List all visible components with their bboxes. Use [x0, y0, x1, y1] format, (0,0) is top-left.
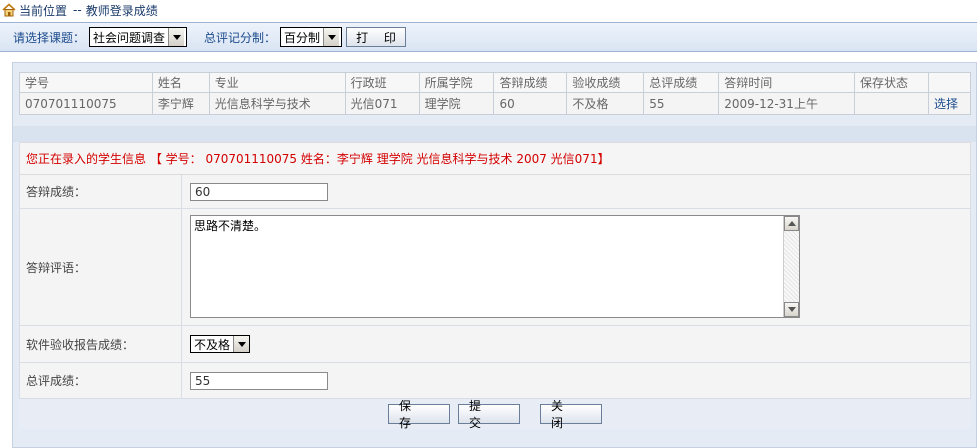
defense-score-row: 答辩成绩： 60: [19, 175, 971, 209]
total-score-label: 总评成绩：: [20, 363, 182, 398]
defense-comment-row: 答辩评语： 思路不清楚。: [19, 209, 971, 326]
score-system-label: 总评记分制：: [204, 30, 277, 45]
defense-comment-textarea[interactable]: 思路不清楚。: [190, 215, 800, 318]
save-button[interactable]: 保 存: [388, 399, 450, 430]
col-header-action: [927, 72, 972, 93]
cell-class: 光信071: [344, 92, 420, 115]
score-entry-form: 您正在录入的学生信息 【 学号： 070701110075 姓名：李宁辉 理学院…: [19, 142, 971, 430]
software-score-value: 不及格: [194, 337, 231, 352]
breadcrumb-location-label: 当前位置: [19, 3, 68, 18]
textarea-scrollbar[interactable]: [783, 216, 799, 317]
home-icon: [2, 3, 16, 17]
col-header-major: 专业: [208, 72, 346, 93]
total-score-row: 总评成绩： 55: [19, 363, 971, 399]
software-score-select[interactable]: 不及格: [190, 335, 250, 353]
breadcrumb: 当前位置 -- 教师登录成绩: [0, 0, 977, 20]
cell-name: 李宁辉: [151, 92, 210, 115]
cell-major: 光信息科学与技术: [208, 92, 346, 115]
chevron-down-icon: [168, 28, 185, 46]
scroll-down-icon[interactable]: [784, 302, 799, 317]
topic-select-value: 社会问题调查: [93, 30, 166, 45]
col-header-class: 行政班: [344, 72, 420, 93]
scroll-up-icon[interactable]: [784, 216, 799, 231]
chevron-down-icon: [323, 28, 340, 46]
score-system-select[interactable]: 百分制: [280, 27, 343, 47]
software-score-label: 软件验收报告成绩：: [20, 326, 182, 362]
col-header-name: 姓名: [151, 72, 210, 93]
topic-select[interactable]: 社会问题调查: [89, 27, 188, 47]
content-panel: 学号 姓名 专业 行政班 所属学院 答辩成绩 验收成绩 总评成绩 答辩时间 保存…: [12, 62, 977, 448]
table-header-row: 学号 姓名 专业 行政班 所属学院 答辩成绩 验收成绩 总评成绩 答辩时间 保存…: [19, 72, 972, 93]
chevron-down-icon: [233, 336, 249, 352]
defense-comment-label: 答辩评语：: [20, 209, 182, 325]
col-header-total-score: 总评成绩: [643, 72, 720, 93]
cell-acceptance-score: 不及格: [566, 92, 645, 115]
cell-defense-score: 60: [493, 92, 568, 115]
submit-button[interactable]: 提 交: [458, 399, 520, 430]
col-header-defense-score: 答辩成绩: [493, 72, 568, 93]
defense-comment-text: 思路不清楚。: [194, 219, 267, 233]
cell-total-score: 55: [643, 92, 720, 115]
divider: [13, 126, 976, 142]
table-row: 070701110075 李宁辉 光信息科学与技术 光信071 理学院 60 不…: [19, 92, 972, 115]
cell-student-id: 070701110075: [19, 92, 153, 115]
score-system-value: 百分制: [284, 30, 321, 45]
cell-college: 理学院: [418, 92, 495, 115]
student-info-banner: 您正在录入的学生信息 【 学号： 070701110075 姓名：李宁辉 理学院…: [19, 142, 971, 175]
total-score-input[interactable]: 55: [190, 371, 328, 390]
form-buttons: 保 存 提 交 关 闭: [19, 399, 971, 430]
topic-label: 请选择课题：: [13, 30, 86, 45]
toolbar: 请选择课题： 社会问题调查 总评记分制： 百分制 打 印: [0, 22, 977, 52]
col-header-college: 所属学院: [418, 72, 495, 93]
cell-defense-time: 2009-12-31上午: [718, 92, 856, 115]
defense-score-input[interactable]: 60: [190, 182, 328, 201]
software-score-row: 软件验收报告成绩： 不及格: [19, 326, 971, 363]
close-button[interactable]: 关 闭: [540, 399, 602, 430]
breadcrumb-page: 教师登录成绩: [85, 3, 158, 18]
select-row-link[interactable]: 选择: [927, 92, 972, 115]
cell-save-status: [854, 92, 929, 115]
defense-score-label: 答辩成绩：: [20, 175, 182, 208]
breadcrumb-separator: --: [73, 3, 82, 17]
col-header-defense-time: 答辩时间: [718, 72, 856, 93]
col-header-save-status: 保存状态: [854, 72, 929, 93]
print-button[interactable]: 打 印: [346, 27, 407, 47]
student-table: 学号 姓名 专业 行政班 所属学院 答辩成绩 验收成绩 总评成绩 答辩时间 保存…: [19, 72, 972, 115]
col-header-student-id: 学号: [19, 72, 153, 93]
col-header-acceptance-score: 验收成绩: [566, 72, 645, 93]
